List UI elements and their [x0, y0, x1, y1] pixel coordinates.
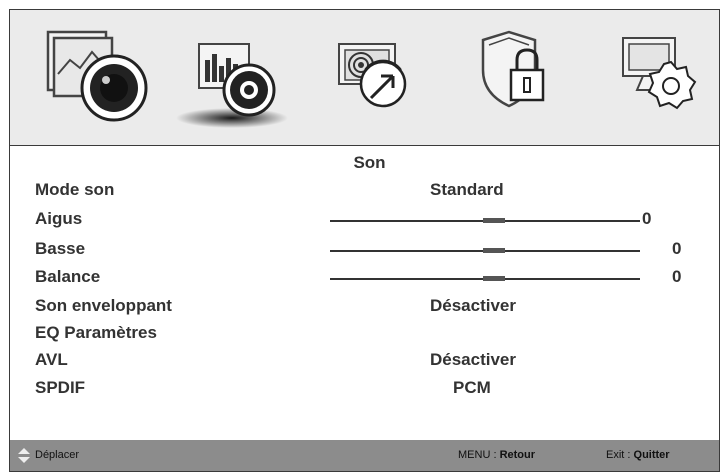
menu-title: Son — [353, 153, 386, 172]
channel-icon — [338, 43, 407, 108]
tab-lock[interactable] — [465, 10, 575, 146]
menu-item-value: 0 — [642, 209, 652, 228]
menu-item-value: Standard — [430, 180, 504, 199]
menu-item-avl[interactable]: AVL Désactiver — [10, 350, 719, 374]
move-hint: Déplacer — [35, 449, 80, 461]
setup-icon — [622, 37, 697, 110]
picture-icon — [46, 30, 148, 122]
menu-item-label: Aigus — [35, 209, 83, 228]
sound-icon — [176, 43, 288, 128]
treble-slider[interactable] — [330, 218, 640, 223]
menu-item-label: Basse — [35, 239, 86, 258]
menu-item-value: Désactiver — [430, 296, 517, 315]
slider-thumb[interactable] — [483, 248, 505, 253]
slider-thumb[interactable] — [483, 276, 505, 281]
bass-slider[interactable] — [330, 248, 640, 253]
menu-item-value: 0 — [672, 267, 682, 286]
menu-item-label: Son enveloppant — [35, 296, 172, 315]
menu-item-balance[interactable]: Balance 0 — [10, 267, 719, 291]
menu-item-value: Désactiver — [430, 350, 517, 369]
lock-icon — [481, 30, 545, 108]
menu-item-treble[interactable]: Aigus 0 — [10, 209, 719, 233]
menu-item-label: Mode son — [35, 180, 115, 199]
menu-back-hint: MENU : Retour — [458, 449, 536, 461]
menu-item-eq-settings[interactable]: EQ Paramètres — [10, 323, 719, 347]
menu-item-value: 0 — [672, 239, 682, 258]
menu-tab-bar — [10, 10, 719, 146]
tab-channel[interactable] — [325, 10, 435, 146]
tab-sound[interactable] — [175, 10, 295, 146]
exit-hint: Exit : Quitter — [606, 449, 670, 461]
hint-bar: Déplacer MENU : Retour Exit : Quitter — [10, 440, 719, 471]
menu-item-label: AVL — [35, 350, 68, 369]
menu-item-sound-mode[interactable]: Mode son Standard — [10, 180, 719, 204]
menu-item-value: PCM — [453, 378, 491, 397]
tab-setup[interactable] — [605, 10, 715, 146]
balance-slider[interactable] — [330, 276, 640, 281]
menu-item-surround[interactable]: Son enveloppant Désactiver — [10, 296, 719, 320]
menu-item-label: Balance — [35, 267, 101, 286]
menu-item-label: EQ Paramètres — [35, 323, 157, 342]
tab-picture[interactable] — [40, 10, 160, 146]
menu-item-spdif[interactable]: SPDIF PCM — [10, 378, 719, 402]
menu-item-label: SPDIF — [35, 378, 86, 397]
tv-osd-menu: Son Mode son Standard Aigus 0 Basse 0 Ba… — [9, 9, 720, 472]
menu-item-bass[interactable]: Basse 0 — [10, 239, 719, 263]
slider-thumb[interactable] — [483, 218, 505, 223]
up-down-arrow-icon — [18, 448, 30, 463]
